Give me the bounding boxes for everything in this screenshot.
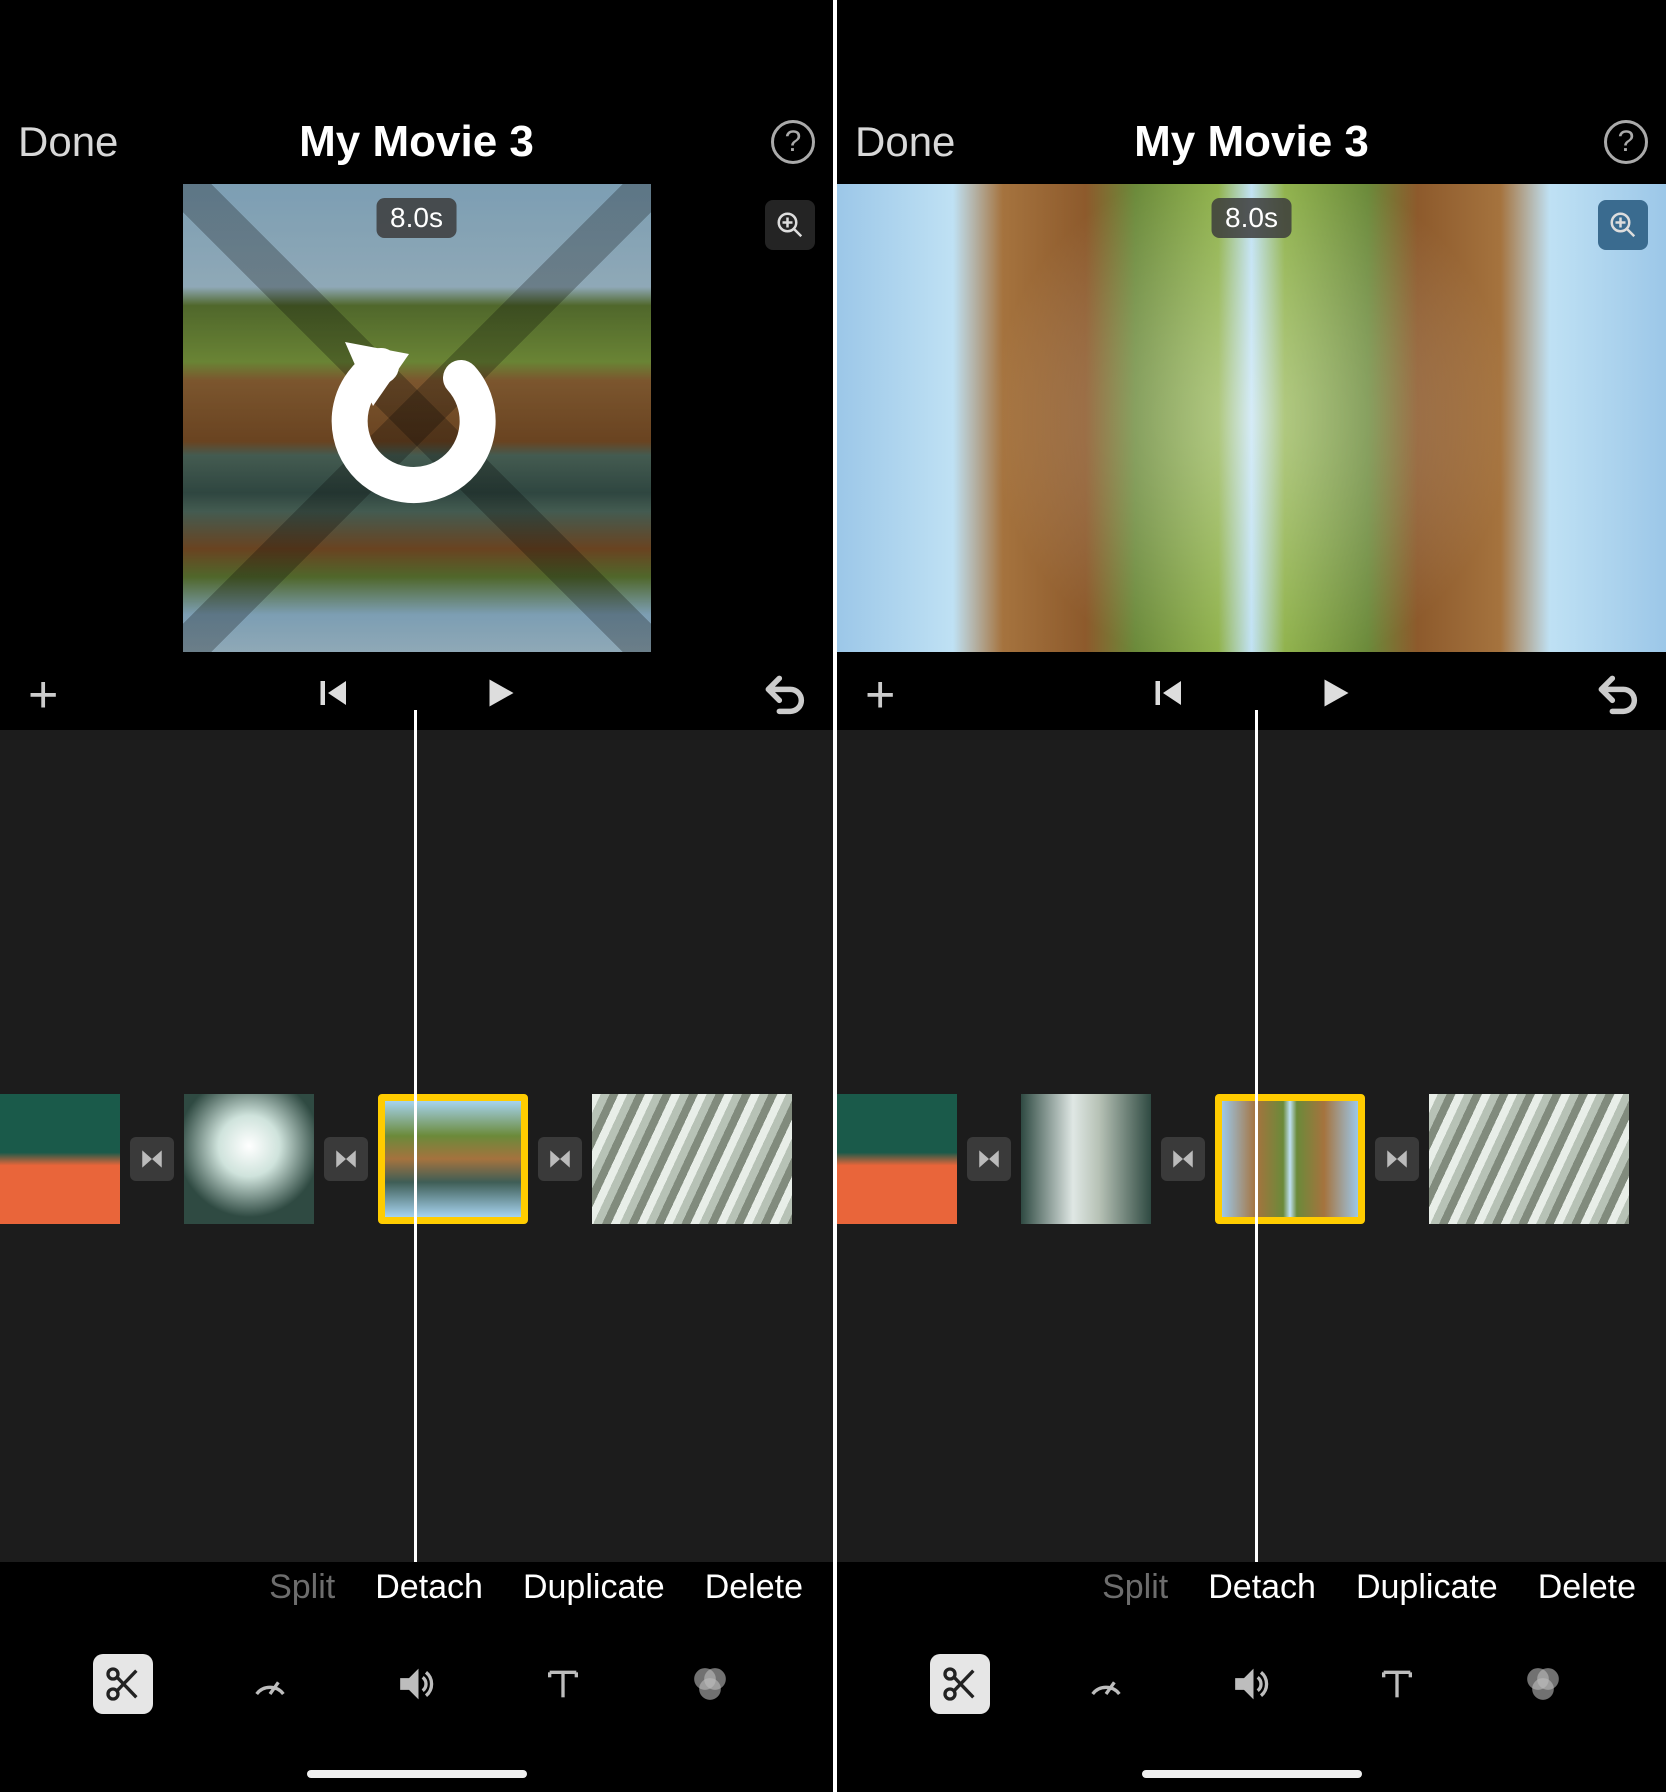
playhead[interactable] [1255, 710, 1258, 1562]
timeline-clip[interactable] [1429, 1094, 1629, 1224]
phone-screen-right: Done My Movie 3 ? 8.0s + Split Deta [833, 0, 1666, 1792]
done-button[interactable]: Done [855, 118, 955, 166]
home-indicator[interactable] [307, 1770, 527, 1778]
clips-row[interactable] [837, 1094, 1666, 1224]
undo-button[interactable] [1594, 671, 1638, 720]
delete-action[interactable]: Delete [1538, 1568, 1636, 1607]
scissors-tool[interactable] [930, 1654, 990, 1714]
header: Done My Movie 3 ? [0, 102, 833, 182]
undo-button[interactable] [761, 671, 805, 720]
home-indicator[interactable] [1142, 1770, 1362, 1778]
speed-tool[interactable] [1076, 1654, 1136, 1714]
detach-action[interactable]: Detach [1208, 1568, 1316, 1607]
duplicate-action[interactable]: Duplicate [1356, 1568, 1498, 1607]
volume-tool[interactable] [1221, 1654, 1281, 1714]
timeline[interactable] [837, 730, 1666, 1562]
project-title: My Movie 3 [299, 117, 534, 167]
scissors-tool[interactable] [93, 1654, 153, 1714]
duplicate-action[interactable]: Duplicate [523, 1568, 665, 1607]
transition-icon[interactable] [1375, 1137, 1419, 1181]
clip-action-bar: Split Detach Duplicate Delete [269, 1568, 803, 1607]
preview-frame[interactable]: 8.0s [837, 184, 1666, 652]
phone-screen-left: Done My Movie 3 ? 8.0s + [0, 0, 833, 1792]
skip-to-start-button[interactable] [1151, 675, 1187, 716]
delete-action[interactable]: Delete [705, 1568, 803, 1607]
volume-tool[interactable] [386, 1654, 446, 1714]
transition-icon[interactable] [538, 1137, 582, 1181]
clip-duration-badge: 8.0s [376, 198, 457, 238]
transition-icon[interactable] [1161, 1137, 1205, 1181]
preview-frame[interactable]: 8.0s [183, 184, 651, 652]
timeline-clip[interactable] [184, 1094, 314, 1224]
filters-tool[interactable] [680, 1654, 740, 1714]
timeline-clip[interactable] [592, 1094, 792, 1224]
rotate-overlay [183, 184, 651, 652]
preview-area[interactable]: 8.0s [0, 184, 833, 652]
timeline[interactable] [0, 730, 833, 1562]
speed-tool[interactable] [240, 1654, 300, 1714]
timeline-clip[interactable] [1215, 1094, 1365, 1224]
timeline-clip[interactable] [378, 1094, 528, 1224]
clip-action-bar: Split Detach Duplicate Delete [1102, 1568, 1636, 1607]
skip-to-start-button[interactable] [316, 675, 352, 716]
timeline-clip[interactable] [837, 1094, 957, 1224]
text-tool[interactable] [533, 1654, 593, 1714]
detach-action[interactable]: Detach [375, 1568, 483, 1607]
text-tool[interactable] [1367, 1654, 1427, 1714]
timeline-clip[interactable] [0, 1094, 120, 1224]
zoom-in-button[interactable] [1598, 200, 1648, 250]
toolbar [0, 1644, 833, 1724]
project-title: My Movie 3 [1134, 117, 1369, 167]
timeline-clip[interactable] [1021, 1094, 1151, 1224]
play-button[interactable] [482, 675, 518, 716]
play-button[interactable] [1317, 675, 1353, 716]
playhead[interactable] [414, 710, 417, 1562]
help-button[interactable]: ? [771, 120, 815, 164]
done-button[interactable]: Done [18, 118, 118, 166]
add-media-button[interactable]: + [28, 665, 58, 725]
transition-icon[interactable] [130, 1137, 174, 1181]
split-action[interactable]: Split [269, 1568, 335, 1607]
header: Done My Movie 3 ? [837, 102, 1666, 182]
transition-icon[interactable] [967, 1137, 1011, 1181]
filters-tool[interactable] [1513, 1654, 1573, 1714]
transition-icon[interactable] [324, 1137, 368, 1181]
toolbar [837, 1644, 1666, 1724]
preview-area[interactable]: 8.0s [837, 184, 1666, 652]
split-action[interactable]: Split [1102, 1568, 1168, 1607]
rotate-ccw-icon [317, 318, 517, 518]
zoom-in-button[interactable] [765, 200, 815, 250]
preview-image [837, 184, 1666, 652]
help-button[interactable]: ? [1604, 120, 1648, 164]
add-media-button[interactable]: + [865, 665, 895, 725]
clip-duration-badge: 8.0s [1211, 198, 1292, 238]
